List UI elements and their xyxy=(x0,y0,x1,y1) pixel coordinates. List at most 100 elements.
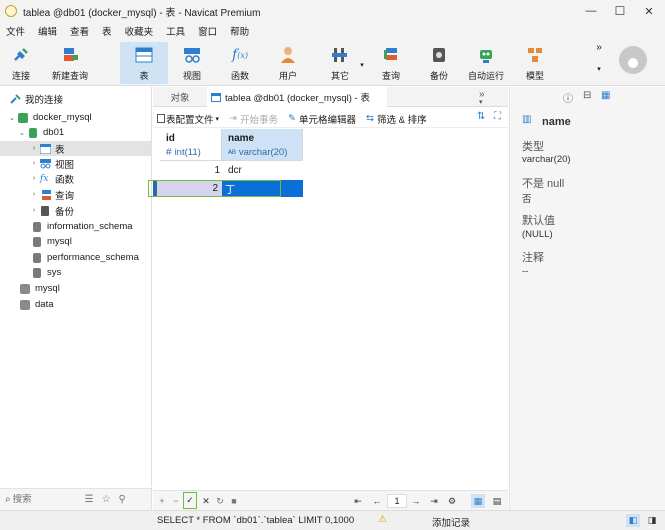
model-button[interactable]: 模型 xyxy=(518,42,552,84)
layout-left-icon[interactable]: ◧ xyxy=(626,514,640,527)
prev-page-icon[interactable]: ← xyxy=(370,494,384,508)
close-button[interactable]: ✕ xyxy=(634,0,664,22)
filter-sort-button[interactable]: ⇆ 筛选 & 排序 xyxy=(366,112,427,126)
chevron-right-icon[interactable]: › xyxy=(30,207,38,214)
ddl-icon[interactable]: ⊟ xyxy=(583,90,591,101)
table-label: 表 xyxy=(139,71,149,81)
sidebar-item-views[interactable]: › 视图 xyxy=(0,156,151,171)
page-number-field[interactable]: 1 xyxy=(387,494,407,508)
query-button[interactable]: 查询 xyxy=(374,42,408,84)
menu-view[interactable]: 查看 xyxy=(64,24,96,38)
more-label: » xyxy=(596,42,602,53)
chevron-right-icon[interactable]: › xyxy=(30,145,38,152)
search-input[interactable] xyxy=(12,494,73,505)
sidebar-item-tables[interactable]: › 表 xyxy=(0,141,151,156)
other-dropdown[interactable]: ▾ xyxy=(358,42,366,84)
function-button[interactable]: f (x) 函数 xyxy=(223,42,257,84)
view-label: 视图 xyxy=(182,71,201,81)
status-bar: SELECT * FROM `db01`.`tablea` LIMIT 0,10… xyxy=(0,510,665,530)
sidebar-item-queries[interactable]: › 查询 xyxy=(0,187,151,202)
table-icon xyxy=(211,92,221,102)
menu-table[interactable]: 表 xyxy=(96,24,119,38)
chevron-down-icon[interactable]: ⌄ xyxy=(8,114,16,122)
maximize-button[interactable]: ☐ xyxy=(605,0,635,22)
tab-tablea[interactable]: tablea @db01 (docker_mysql) - 表 xyxy=(207,87,387,107)
refresh-icon[interactable]: ↻ xyxy=(213,494,227,508)
chevron-right-icon[interactable]: › xyxy=(30,191,38,198)
function-label: 函数 xyxy=(230,71,249,81)
pin-icon[interactable]: ⚲ xyxy=(119,494,126,505)
schema-performance-schema[interactable]: performance_schema xyxy=(0,250,151,265)
my-connections-header[interactable]: 我的连接 xyxy=(0,91,151,106)
chevron-right-icon[interactable]: › xyxy=(30,160,38,167)
connection-docker-mysql[interactable]: ⌄ docker_mysql xyxy=(0,110,151,125)
column-header-name[interactable]: name ᴬᴮ varchar(20) xyxy=(222,129,303,161)
connection-data[interactable]: data xyxy=(0,297,151,312)
info-icon[interactable]: ⓘ xyxy=(563,90,573,105)
info-panel: ⓘ ⊟ ▦ ▥ name 类型 varchar(20) 不是 null 否 默认… xyxy=(509,87,665,522)
settings-gear-icon[interactable]: ⚙ xyxy=(445,494,459,508)
chevron-right-icon[interactable]: › xyxy=(30,175,38,182)
account-avatar[interactable] xyxy=(616,42,650,84)
minimize-button[interactable]: — xyxy=(576,0,606,22)
auto-run-button[interactable]: 自动运行 xyxy=(466,42,506,84)
menu-edit[interactable]: 编辑 xyxy=(32,24,64,38)
sidebar-item-backups[interactable]: › 备份 xyxy=(0,203,151,218)
connection-mysql[interactable]: mysql xyxy=(0,281,151,296)
cell-name[interactable]: dcr xyxy=(222,162,303,179)
form-view-icon[interactable]: ▤ xyxy=(490,494,504,508)
apply-check-icon[interactable]: ✓ xyxy=(183,492,197,509)
layout-right-icon[interactable]: ◨ xyxy=(645,514,659,527)
add-record-icon[interactable]: + xyxy=(155,494,169,508)
table-button[interactable]: 表 xyxy=(120,42,168,84)
view-button[interactable]: 视图 xyxy=(175,42,209,84)
filter-icon[interactable]: ☰ xyxy=(85,494,94,505)
menu-favorites[interactable]: 收藏夹 xyxy=(119,24,161,38)
next-page-icon[interactable]: → xyxy=(409,494,423,508)
robot-icon xyxy=(476,45,496,65)
chevron-down-icon[interactable]: ▾ xyxy=(479,98,483,106)
backup-button[interactable]: 备份 xyxy=(422,42,456,84)
last-page-icon[interactable]: ⇥ xyxy=(427,494,441,508)
column-header-id[interactable]: id # int(11) xyxy=(160,129,222,161)
sidebar-item-label: 查询 xyxy=(55,190,75,202)
sidebar-item-functions[interactable]: › fx 函数 xyxy=(0,171,151,186)
schema-mysql[interactable]: mysql xyxy=(0,234,151,249)
delete-record-icon[interactable]: − xyxy=(169,494,183,508)
fullscreen-icon[interactable]: ⛶ xyxy=(494,111,501,122)
function-icon: fx xyxy=(40,173,49,184)
user-label: 用户 xyxy=(278,71,297,81)
discard-x-icon[interactable]: ✕ xyxy=(199,494,213,508)
column-icon: ▥ xyxy=(522,114,532,125)
new-query-button[interactable]: 新建查询 xyxy=(48,42,92,84)
menu-window[interactable]: 窗口 xyxy=(192,24,224,38)
sort-icon[interactable]: ⇅ xyxy=(477,111,485,122)
menu-tools[interactable]: 工具 xyxy=(160,24,192,38)
user-button[interactable]: 用户 xyxy=(271,42,305,84)
menu-bar: 文件 编辑 查看 表 收藏夹 工具 窗口 帮助 xyxy=(0,22,665,40)
column-type: int(11) xyxy=(174,147,201,158)
stop-icon[interactable]: ■ xyxy=(227,494,241,508)
tab-label: tablea @db01 (docker_mysql) - 表 xyxy=(225,93,370,104)
menu-file[interactable]: 文件 xyxy=(0,24,32,38)
cell-id[interactable]: 1 xyxy=(160,162,220,179)
grid-view-icon[interactable]: ▦ xyxy=(471,494,485,508)
status-message: 添加记录 xyxy=(432,518,471,529)
main-toolbar: 连接 新建查询 表 视图 f (x) 函数 用户 其它 ▾ 查询 备份 自动运行… xyxy=(0,40,665,86)
connect-button[interactable]: 连接 xyxy=(4,42,38,84)
chevron-down-icon[interactable]: ⌄ xyxy=(18,129,26,137)
tab-objects[interactable]: 对象 xyxy=(153,87,207,107)
other-button[interactable]: 其它 xyxy=(323,42,357,84)
grid-view-icon[interactable]: ▦ xyxy=(601,90,610,101)
begin-transaction-button[interactable]: ⇥ 开始事务 xyxy=(229,112,278,126)
cell-editor-button[interactable]: ✎ 单元格编辑器 xyxy=(288,112,356,126)
toolbar-more-button[interactable]: » ▾ xyxy=(594,42,604,84)
schema-sys[interactable]: sys xyxy=(0,265,151,280)
menu-help[interactable]: 帮助 xyxy=(224,24,256,38)
first-page-icon[interactable]: ⇤ xyxy=(351,494,365,508)
database-db01[interactable]: ⌄ db01 xyxy=(0,125,151,140)
config-file-button[interactable]: 表配置文件 ▾ xyxy=(157,112,219,126)
schema-information-schema[interactable]: information_schema xyxy=(0,219,151,234)
default-value: (NULL) xyxy=(522,229,553,240)
star-icon[interactable]: ☆ xyxy=(102,494,111,505)
